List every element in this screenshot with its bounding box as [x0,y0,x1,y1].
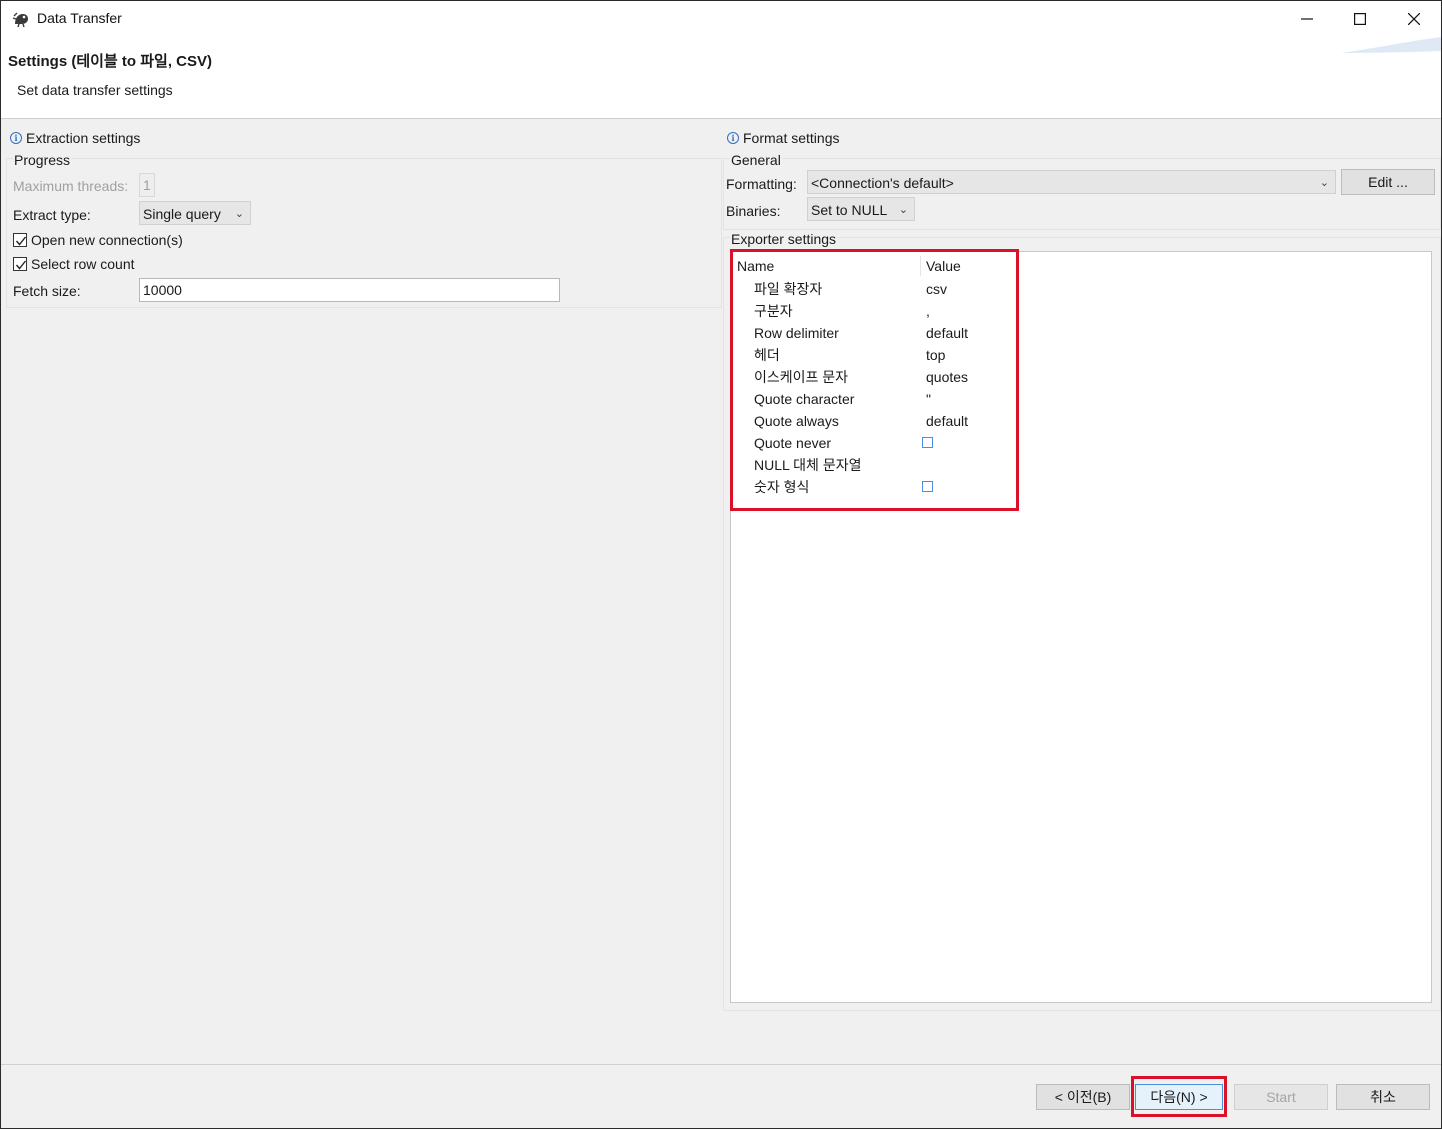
maximize-icon [1354,13,1366,25]
open-new-connection-label: Open new connection(s) [31,232,183,248]
start-button[interactable]: Start [1234,1084,1328,1110]
binaries-select[interactable]: Set to NULL ⌄ [807,197,915,221]
chevron-down-icon: ⌄ [1319,177,1329,189]
general-group-label: General [730,152,782,168]
progress-group-label: Progress [13,152,72,168]
info-icon: i [10,132,22,144]
cancel-button[interactable]: 취소 [1336,1084,1430,1110]
checkmark-icon [15,236,27,246]
title-bar: Data Transfer [1,1,1441,37]
binaries-value: Set to NULL [811,202,888,218]
extraction-settings-heading: i Extraction settings [10,130,140,146]
next-button-highlight-box [1131,1076,1227,1117]
formatting-value: <Connection's default> [811,175,954,191]
info-icon: i [727,132,739,144]
page-title: Settings (테이블 to 파일, CSV) [8,53,213,70]
button-bar-divider [1,1064,1441,1065]
minimize-button[interactable] [1281,1,1333,37]
select-row-count-label: Select row count [31,256,135,272]
extract-type-label: Extract type: [13,207,91,223]
close-button[interactable] [1388,1,1440,37]
checkbox-box[interactable] [13,257,27,271]
minimize-icon [1301,18,1313,20]
chevron-down-icon: ⌄ [898,204,908,216]
format-settings-label: Format settings [743,130,840,146]
open-new-connection-checkbox[interactable]: Open new connection(s) [13,232,183,248]
max-threads-field: 1 [139,173,155,197]
page-description: Set data transfer settings [17,82,173,98]
select-row-count-checkbox[interactable]: Select row count [13,256,135,272]
fetch-size-input[interactable]: 10000 [139,278,560,302]
checkmark-icon [15,260,27,270]
maximize-button[interactable] [1334,1,1386,37]
binaries-label: Binaries: [726,203,781,219]
formatting-label: Formatting: [726,176,797,192]
chevron-down-icon: ⌄ [234,208,244,220]
close-icon [1408,13,1420,25]
properties-highlight-box [730,249,1019,511]
extraction-settings-label: Extraction settings [26,130,141,146]
data-transfer-window: Data Transfer Settings (테이블 to 파일, CSV) … [0,0,1442,1129]
dbeaver-logo-icon [12,10,30,28]
back-button[interactable]: < 이전(B) [1036,1084,1130,1110]
wizard-header: Settings (테이블 to 파일, CSV) Set data trans… [1,37,1441,119]
fetch-size-label: Fetch size: [13,283,81,299]
format-settings-heading: i Format settings [727,130,839,146]
checkbox-box[interactable] [13,233,27,247]
extract-type-select[interactable]: Single query ⌄ [139,201,251,225]
exporter-group-label: Exporter settings [730,231,838,247]
extract-type-value: Single query [143,206,221,222]
max-threads-label: Maximum threads: [13,178,129,194]
window-title: Data Transfer [37,10,122,26]
header-decoration [1341,37,1441,53]
formatting-select[interactable]: <Connection's default> ⌄ [807,170,1336,194]
edit-formatting-button[interactable]: Edit ... [1341,169,1435,195]
